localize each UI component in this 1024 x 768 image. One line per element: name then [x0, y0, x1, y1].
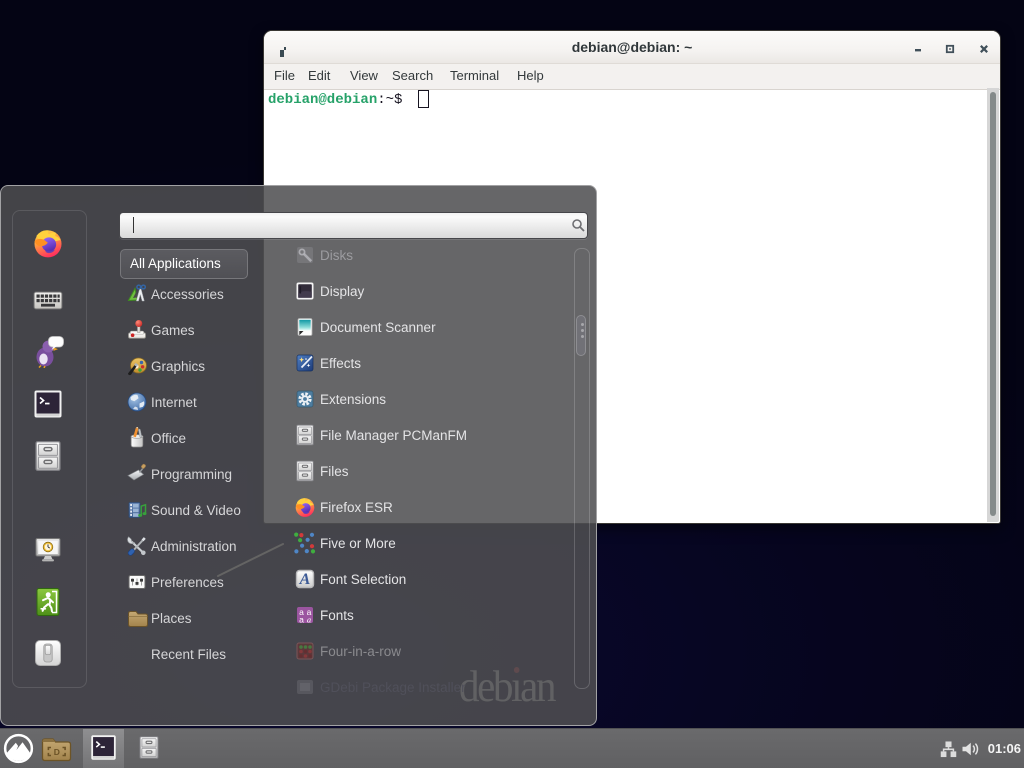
svg-text:a: a: [299, 615, 304, 625]
svg-text:a: a: [307, 615, 311, 625]
svg-text:A: A: [299, 571, 311, 588]
svg-text:D: D: [54, 747, 60, 757]
